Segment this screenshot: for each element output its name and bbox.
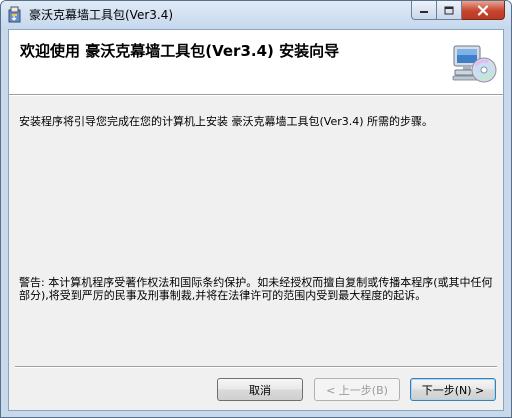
minimize-button[interactable]: [411, 1, 437, 20]
maximize-icon: [444, 6, 454, 14]
close-button[interactable]: [462, 1, 505, 20]
window-title: 豪沃克幕墙工具包(Ver3.4): [29, 8, 174, 22]
intro-text: 安装程序将引导您完成在您的计算机上安装 豪沃克幕墙工具包(Ver3.4) 所需的…: [19, 115, 434, 128]
next-button[interactable]: 下一步(N) >: [410, 378, 496, 401]
banner-divider-highlight: [9, 95, 503, 96]
close-icon: [477, 4, 489, 16]
title-bar[interactable]: 豪沃克幕墙工具包(Ver3.4): [1, 1, 511, 29]
back-button[interactable]: < 上一步(B): [314, 378, 400, 401]
minimize-icon: [420, 11, 428, 13]
page-title: 欢迎使用 豪沃克幕墙工具包(Ver3.4) 安装向导: [20, 42, 340, 60]
copyright-warning: 警告: 本计算机程序受著作权法和国际条约保护。如未经授权而擅自复制或传播本程序(…: [19, 276, 493, 302]
window-controls: [411, 1, 505, 21]
cancel-button[interactable]: 取消: [217, 378, 303, 401]
header-banner: 欢迎使用 豪沃克幕墙工具包(Ver3.4) 安装向导: [9, 30, 503, 95]
installer-window: 豪沃克幕墙工具包(Ver3.4) 欢迎使用 豪沃克幕墙工具包(Ver3.4) 安…: [0, 0, 512, 418]
installer-box-icon: [8, 6, 21, 23]
maximize-button[interactable]: [437, 1, 462, 20]
computer-cd-icon: [452, 45, 497, 83]
dialog-client: 欢迎使用 豪沃克幕墙工具包(Ver3.4) 安装向导 安装程序将引导您完成在您的…: [8, 29, 504, 411]
button-separator-highlight: [15, 367, 497, 368]
